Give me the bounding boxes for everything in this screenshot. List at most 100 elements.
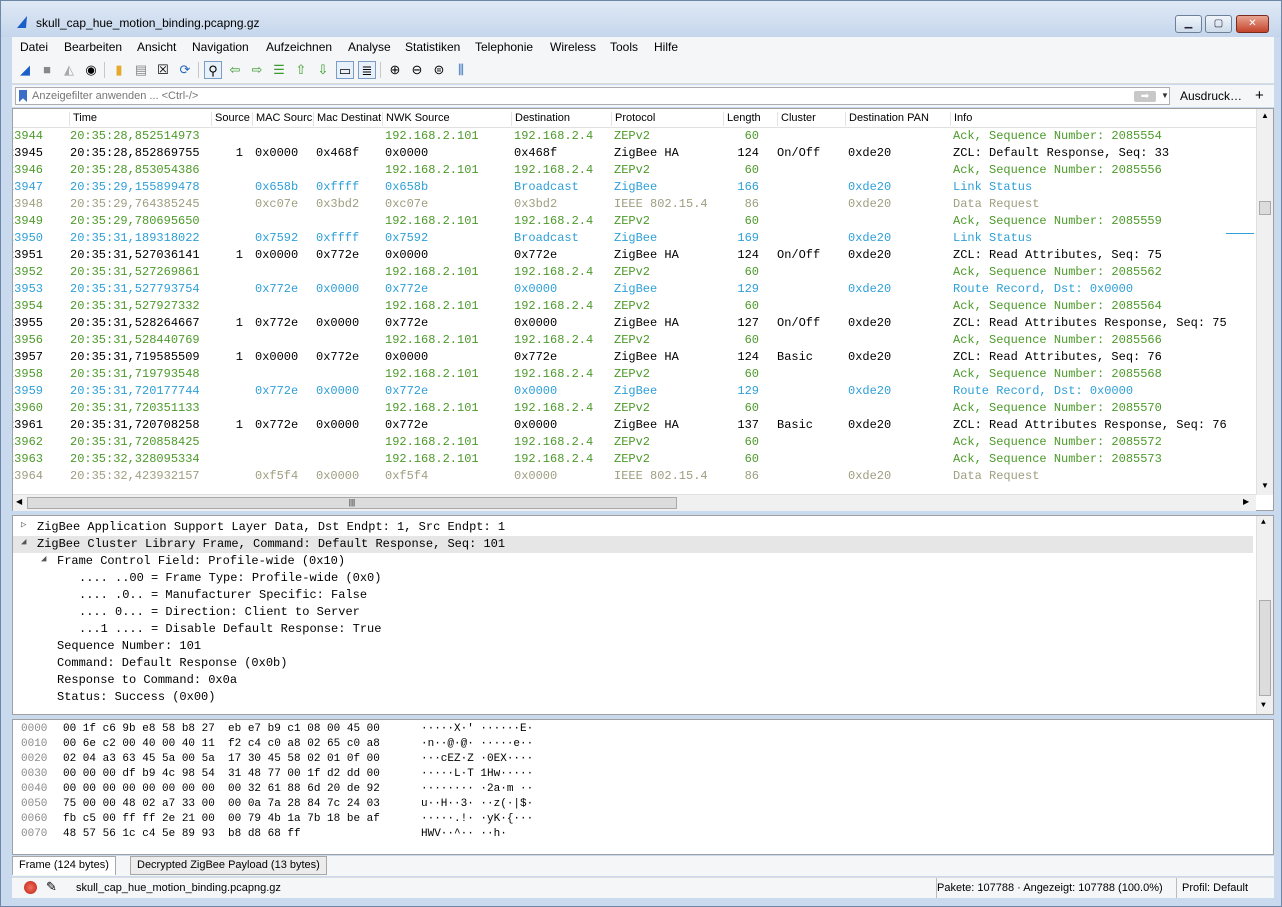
hex-line[interactable]: 0020 02 04 a3 63 45 5a 00 5a 17 30 45 58 …: [13, 753, 1253, 768]
column-header[interactable]: NWK Source: [382, 112, 510, 126]
hscroll-thumb[interactable]: |||: [27, 497, 677, 509]
hex-line[interactable]: 0000 00 1f c6 9b e8 58 b8 27 eb e7 b9 c1 …: [13, 723, 1253, 738]
column-header[interactable]: Cluster: [777, 112, 845, 126]
packet-row[interactable]: 23956 20:35:31,528440769 192.168.2.101 192.…: [13, 332, 1256, 349]
expression-button[interactable]: Ausdruck…: [1180, 89, 1242, 103]
apply-filter-icon[interactable]: ➡: [1134, 91, 1156, 102]
go-forward-icon[interactable]: ⇨: [248, 61, 266, 79]
packet-row[interactable]: 23945 20:35:28,852869755 1 0x0000 0x468f 0x00…: [13, 145, 1256, 162]
resize-columns-icon[interactable]: ⫼: [452, 61, 470, 79]
menu-analyse[interactable]: Analyse: [348, 40, 391, 54]
chevron-down-icon[interactable]: ▼: [1161, 91, 1169, 100]
packet-row[interactable]: 23961 20:35:31,720708258 1 0x772e 0x0000 0x77…: [13, 417, 1256, 434]
packet-row[interactable]: 23957 20:35:31,719585509 1 0x0000 0x772e 0x00…: [13, 349, 1256, 366]
hex-line[interactable]: 0070 48 57 56 1c c4 5e 89 93 b8 d8 68 ff H…: [13, 828, 1253, 843]
menu-telephonie[interactable]: Telephonie: [475, 40, 533, 54]
find-packet-icon[interactable]: ⚲: [204, 61, 222, 79]
packet-list-hscrollbar[interactable]: ||| ◀ ▶: [13, 494, 1256, 511]
tab-frame[interactable]: Frame (124 bytes): [12, 856, 116, 875]
bookmark-icon[interactable]: [19, 90, 27, 102]
packet-row[interactable]: 23964 20:35:32,423932157 0xf5f4 0x0000 0xf5f…: [13, 468, 1256, 485]
detail-line[interactable]: ◢ ZigBee Cluster Library Frame, Command: …: [13, 536, 1253, 553]
menu-tools[interactable]: Tools: [610, 40, 638, 54]
menu-aufzeichnen[interactable]: Aufzeichnen: [266, 40, 332, 54]
packet-row[interactable]: 23958 20:35:31,719793548 192.168.2.101 192.…: [13, 366, 1256, 383]
column-header[interactable]: Info: [950, 112, 1250, 126]
open-file-icon[interactable]: ▮: [110, 61, 128, 79]
packet-details[interactable]: ▲ ▼ ▷ ZigBee Application Support Layer Da…: [12, 515, 1274, 715]
hex-line[interactable]: 0040 00 00 00 00 00 00 00 00 00 32 61 88 …: [13, 783, 1253, 798]
packet-row[interactable]: 23950 20:35:31,189318022 0x7592 0xffff 0x759…: [13, 230, 1256, 247]
zoom-out-icon[interactable]: ⊖: [408, 61, 426, 79]
close-file-icon[interactable]: ☒: [154, 61, 172, 79]
status-profile[interactable]: Profil: Default: [1182, 882, 1248, 894]
packet-row[interactable]: 23949 20:35:29,780695650 192.168.2.101 192.…: [13, 213, 1256, 230]
menu-ansicht[interactable]: Ansicht: [137, 40, 176, 54]
packet-row[interactable]: 23952 20:35:31,527269861 192.168.2.101 192.…: [13, 264, 1256, 281]
scroll-down-icon[interactable]: ▼: [1261, 701, 1266, 710]
expand-icon[interactable]: ▷: [21, 520, 26, 530]
menu-bearbeiten[interactable]: Bearbeiten: [64, 40, 122, 54]
hex-line[interactable]: 0010 00 6e c2 00 40 00 40 11 f2 c4 c0 a8 …: [13, 738, 1253, 753]
go-back-icon[interactable]: ⇦: [226, 61, 244, 79]
menu-statistiken[interactable]: Statistiken: [405, 40, 460, 54]
add-filter-button[interactable]: +: [1255, 87, 1264, 104]
display-filter-field[interactable]: ➡ ▼: [15, 87, 1170, 105]
maximize-button[interactable]: ▢: [1205, 15, 1232, 33]
menu-navigation[interactable]: Navigation: [192, 40, 249, 54]
tab-decrypted-payload[interactable]: Decrypted ZigBee Payload (13 bytes): [130, 856, 327, 875]
packet-row[interactable]: 23946 20:35:28,853054386 192.168.2.101 192.…: [13, 162, 1256, 179]
packet-row[interactable]: 23951 20:35:31,527036141 1 0x0000 0x772e 0x00…: [13, 247, 1256, 264]
scroll-thumb[interactable]: [1259, 600, 1271, 696]
packet-row[interactable]: 23947 20:35:29,155899478 0x658b 0xffff 0x658…: [13, 179, 1256, 196]
minimize-button[interactable]: ▁: [1175, 15, 1202, 33]
packet-bytes[interactable]: 0000 00 1f c6 9b e8 58 b8 27 eb e7 b9 c1 …: [12, 719, 1274, 855]
hex-line[interactable]: 0030 00 00 00 df b9 4c 98 54 31 48 77 00 …: [13, 768, 1253, 783]
scroll-up-icon[interactable]: ▲: [1261, 518, 1266, 527]
menu-wireless[interactable]: Wireless: [550, 40, 596, 54]
column-header[interactable]: Destination: [511, 112, 611, 126]
reload-file-icon[interactable]: ⟳: [176, 61, 194, 79]
save-file-icon[interactable]: ▤: [132, 61, 150, 79]
column-header[interactable]: Source: [211, 112, 251, 126]
start-capture-icon[interactable]: ◢: [16, 61, 34, 79]
scroll-down-icon[interactable]: ▼: [1261, 481, 1269, 490]
packet-row[interactable]: 23955 20:35:31,528264667 1 0x772e 0x0000 0x77…: [13, 315, 1256, 332]
details-vscrollbar[interactable]: ▲ ▼: [1256, 516, 1273, 714]
expert-info-icon[interactable]: [24, 881, 37, 894]
column-header[interactable]: Destination PAN: [845, 112, 949, 126]
packet-row[interactable]: 23959 20:35:31,720177744 0x772e 0x0000 0x772…: [13, 383, 1256, 400]
packet-row[interactable]: 23960 20:35:31,720351133 192.168.2.101 192.…: [13, 400, 1256, 417]
packet-row[interactable]: 23954 20:35:31,527927332 192.168.2.101 192.…: [13, 298, 1256, 315]
collapse-icon[interactable]: ◢: [41, 554, 46, 564]
display-filter-input[interactable]: [32, 88, 1132, 104]
column-header[interactable]: Length: [723, 112, 777, 126]
packet-row[interactable]: 23963 20:35:32,328095334 192.168.2.101 192.…: [13, 451, 1256, 468]
capture-comment-icon[interactable]: ✎: [46, 879, 57, 895]
close-button[interactable]: ✕: [1236, 15, 1269, 33]
scroll-left-icon[interactable]: ◀: [16, 497, 22, 506]
column-header[interactable]: Protocol: [611, 112, 721, 126]
first-packet-icon[interactable]: ⇧: [292, 61, 310, 79]
collapse-icon[interactable]: ◢: [21, 537, 26, 547]
packet-row[interactable]: 23944 20:35:28,852514973 192.168.2.101 192.…: [13, 128, 1256, 145]
zoom-in-icon[interactable]: ⊕: [386, 61, 404, 79]
colorize-icon[interactable]: ≣: [358, 61, 376, 79]
packet-list-vscrollbar[interactable]: ▲ ▼: [1256, 109, 1273, 495]
scroll-right-icon[interactable]: ▶: [1243, 497, 1249, 506]
packet-row[interactable]: 23962 20:35:31,720858425 192.168.2.101 192.…: [13, 434, 1256, 451]
stop-capture-icon[interactable]: ■: [38, 61, 56, 79]
packet-list[interactable]: TimeSourceMAC SourceMac DestinatNWK Sour…: [12, 108, 1274, 511]
column-header[interactable]: MAC Source: [252, 112, 312, 126]
menu-hilfe[interactable]: Hilfe: [654, 40, 678, 54]
packet-row[interactable]: 23953 20:35:31,527793754 0x772e 0x0000 0x772…: [13, 281, 1256, 298]
normal-size-icon[interactable]: ⊜: [430, 61, 448, 79]
scroll-thumb[interactable]: [1259, 201, 1271, 215]
scroll-up-icon[interactable]: ▲: [1261, 111, 1269, 120]
menu-datei[interactable]: Datei: [20, 40, 48, 54]
capture-options-icon[interactable]: ◉: [82, 61, 100, 79]
restart-capture-icon[interactable]: ◭: [60, 61, 78, 79]
last-packet-icon[interactable]: ⇩: [314, 61, 332, 79]
autoscroll-icon[interactable]: ▭: [336, 61, 354, 79]
packet-row[interactable]: 23948 20:35:29,764385245 0xc07e 0x3bd2 0xc07…: [13, 196, 1256, 213]
